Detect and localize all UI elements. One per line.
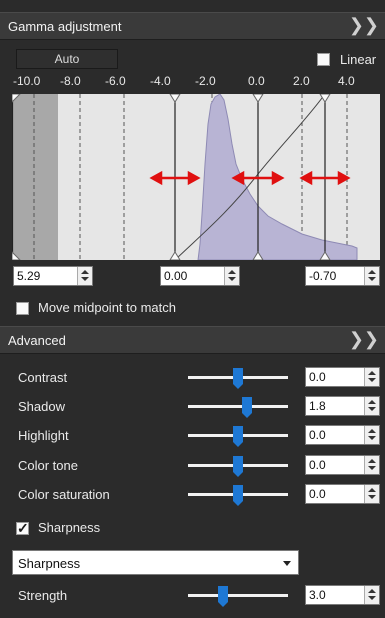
slider-value: 0.0 <box>309 487 326 501</box>
linear-label: Linear <box>340 52 377 67</box>
spinner-arrows[interactable] <box>364 426 379 444</box>
marker-handles-top[interactable] <box>12 94 331 103</box>
spinner-arrows[interactable] <box>364 397 379 415</box>
slider-thumb[interactable] <box>242 397 252 418</box>
slider-label: Shadow <box>18 399 65 414</box>
slider-label: Highlight <box>18 428 69 443</box>
gamma-histogram-graph[interactable] <box>12 94 380 260</box>
tick-label: 2.0 <box>293 74 310 88</box>
slider-thumb[interactable] <box>233 426 243 447</box>
slider-thumb[interactable] <box>233 368 243 389</box>
slider-value: 0.0 <box>309 370 326 384</box>
histogram-svg <box>12 94 358 260</box>
move-midpoint-checkbox[interactable] <box>16 302 29 315</box>
midpoint-spinner[interactable]: 0.00 <box>160 266 240 286</box>
tick-label: -10.0 <box>13 74 41 88</box>
black-point-spinner[interactable]: 5.29 <box>13 266 93 286</box>
slider-label: Color saturation <box>18 487 110 502</box>
slider-value: 1.8 <box>309 399 326 413</box>
auto-button[interactable]: Auto <box>16 49 118 69</box>
sharpness-mode-value: Sharpness <box>18 556 81 571</box>
slider-value-spinner[interactable]: 0.0 <box>305 367 380 387</box>
slider-value: 0.0 <box>309 458 326 472</box>
strength-spinner[interactable]: 3.0 <box>305 585 380 605</box>
spinner-arrows[interactable] <box>364 456 379 474</box>
tick-label: -8.0 <box>60 74 81 88</box>
strength-slider-track[interactable] <box>188 594 288 597</box>
checkmark-icon: ✓ <box>17 520 29 536</box>
slider-thumb[interactable] <box>233 485 243 506</box>
slider-value-spinner[interactable]: 0.0 <box>305 455 380 475</box>
tick-label: 0.0 <box>248 74 265 88</box>
black-point-value: 5.29 <box>17 269 41 283</box>
tick-label: 4.0 <box>338 74 355 88</box>
strength-label: Strength <box>18 588 68 603</box>
spinner-arrows[interactable] <box>364 485 379 503</box>
move-midpoint-label: Move midpoint to match <box>38 300 177 315</box>
slider-track[interactable] <box>188 405 288 408</box>
spinner-arrows[interactable] <box>224 267 239 285</box>
sharpness-checkbox[interactable]: ✓ <box>16 520 29 536</box>
advanced-title: Advanced <box>8 333 66 348</box>
advanced-header[interactable]: Advanced ❯❯ <box>0 326 385 354</box>
slider-value-spinner[interactable]: 1.8 <box>305 396 380 416</box>
tick-label: -4.0 <box>150 74 171 88</box>
slider-value-spinner[interactable]: 0.0 <box>305 425 380 445</box>
clipped-region <box>12 94 58 260</box>
spinner-arrows[interactable] <box>364 267 379 285</box>
spinner-arrows[interactable] <box>77 267 92 285</box>
double-chevron-down-icon[interactable]: ❯❯ <box>349 329 379 350</box>
slider-value-spinner[interactable]: 0.0 <box>305 484 380 504</box>
drag-arrows <box>149 170 351 186</box>
midpoint-value: 0.00 <box>164 269 188 283</box>
linear-checkbox[interactable] <box>317 53 330 66</box>
sharpness-mode-dropdown[interactable]: Sharpness <box>12 550 299 575</box>
strength-value: 3.0 <box>309 588 326 602</box>
gamma-adjustment-title: Gamma adjustment <box>8 19 122 34</box>
white-point-value: -0.70 <box>309 269 337 283</box>
white-point-spinner[interactable]: -0.70 <box>305 266 380 286</box>
strength-slider-thumb[interactable] <box>218 586 228 607</box>
slider-label: Color tone <box>18 458 78 473</box>
double-chevron-down-icon[interactable]: ❯❯ <box>349 15 379 36</box>
tick-label: -2.0 <box>195 74 216 88</box>
slider-value: 0.0 <box>309 428 326 442</box>
sharpness-label: Sharpness <box>38 520 101 535</box>
tick-label: -6.0 <box>105 74 126 88</box>
spinner-arrows[interactable] <box>364 586 379 604</box>
slider-label: Contrast <box>18 370 68 385</box>
spinner-arrows[interactable] <box>364 368 379 386</box>
chevron-down-icon <box>283 561 291 566</box>
slider-thumb[interactable] <box>233 456 243 477</box>
gamma-adjustment-header[interactable]: Gamma adjustment ❯❯ <box>0 12 385 40</box>
